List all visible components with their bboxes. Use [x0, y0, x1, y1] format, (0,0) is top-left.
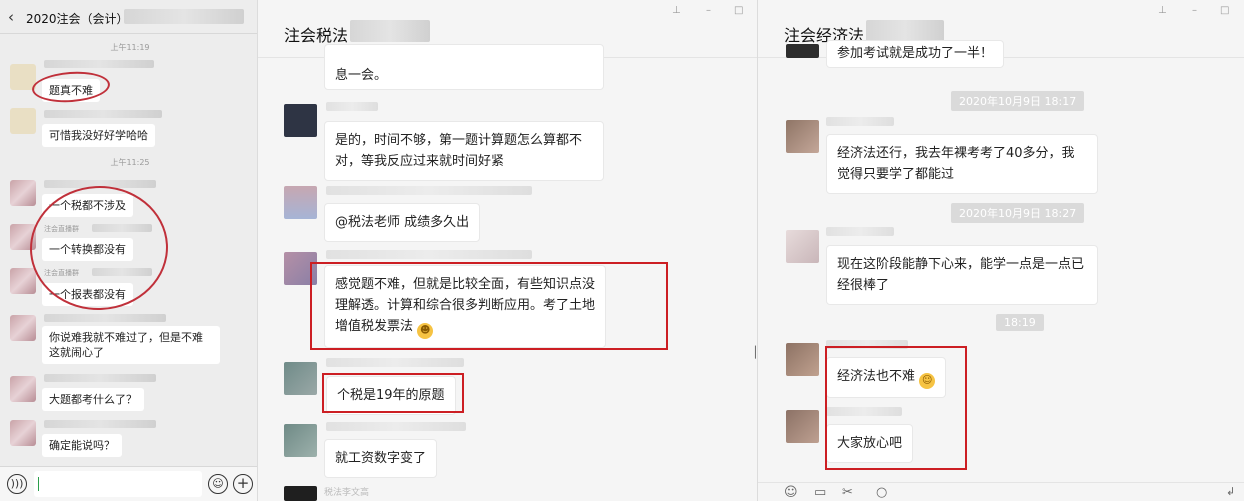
plus-icon[interactable]: +	[233, 474, 253, 494]
blurred-name	[44, 180, 156, 188]
blurred-name	[326, 250, 532, 259]
laughing-emoji-icon: ☻	[417, 323, 434, 339]
message-bubble: 现在这阶段能静下心来，能学一点是一点已经很棒了	[826, 245, 1098, 305]
thinking-emoji-icon: ☺	[919, 373, 936, 389]
avatar[interactable]	[786, 44, 819, 58]
blurred-title	[350, 20, 430, 42]
chat-pane-accounting: ‹ 2020注会（会计）- 上午11:19 题真不难 可惜我没好好学哈哈 上午1…	[0, 0, 258, 501]
avatar[interactable]	[10, 420, 36, 446]
input-bar: ))) ☺ +	[0, 466, 257, 501]
folder-icon[interactable]: ▭	[814, 485, 826, 500]
message-bubble: 感觉题不难，但就是比较全面，有些知识点没理解透。计算和综合很多判断应用。考了土地…	[324, 265, 606, 348]
avatar[interactable]	[786, 120, 819, 153]
chat-title: 注会税法	[284, 26, 349, 45]
message-bubble: 你说难我就不难过了，但是不难这就闹心了	[42, 326, 220, 364]
avatar[interactable]	[10, 268, 36, 294]
expand-icon[interactable]: ↲	[1226, 485, 1235, 498]
minimize-icon[interactable]: –	[1192, 5, 1197, 16]
maximize-icon[interactable]: □	[734, 5, 743, 16]
text-caret	[38, 477, 39, 491]
sender-name: 注会直播群	[44, 269, 79, 277]
message-bubble: 一个转换都没有	[42, 238, 133, 261]
avatar[interactable]	[284, 104, 317, 137]
blurred-name	[326, 422, 466, 431]
avatar[interactable]	[10, 315, 36, 341]
timestamp: 上午11:19	[110, 43, 150, 52]
avatar[interactable]	[786, 410, 819, 443]
avatar[interactable]	[10, 108, 36, 134]
blurred-name	[826, 117, 894, 126]
avatar[interactable]	[284, 186, 317, 219]
timestamp: 上午11:25	[110, 158, 150, 167]
blurred-name	[326, 102, 378, 111]
emoji-icon[interactable]: ☺	[784, 485, 798, 500]
message-bubble: @税法老师 成绩多久出	[324, 203, 481, 242]
input-toolbar: ☺ ▭ ✂ ○ ↲	[758, 482, 1244, 501]
blurred-name	[92, 224, 152, 232]
timestamp: 18:19	[996, 314, 1044, 331]
blurred-name	[44, 420, 156, 428]
avatar[interactable]	[10, 224, 36, 250]
blurred-name	[826, 407, 902, 416]
avatar[interactable]	[10, 376, 36, 402]
avatar[interactable]	[284, 424, 317, 457]
sender-name: 税法李文高	[324, 488, 370, 498]
timestamp: 2020年10月9日 18:17	[951, 91, 1085, 111]
message-text: 感觉题不难，但就是比较全面，有些知识点没理解透。计算和综合很多判断应用。考了土地…	[335, 277, 596, 334]
avatar[interactable]	[284, 252, 317, 285]
blurred-name	[44, 374, 156, 382]
message-bubble: 可惜我没好好学哈哈	[42, 124, 155, 147]
blurred-name	[44, 60, 154, 68]
pin-icon[interactable]: ⊥	[672, 5, 681, 16]
chat-pane-economic-law: 注会经济法 ⊥ – □ 参加考试就是成功了一半！ 2020年10月9日 18:1…	[758, 0, 1244, 501]
chat-header: ‹ 2020注会（会计）-	[0, 0, 257, 34]
message-bubble: 大题都考什么了？	[42, 388, 144, 411]
blurred-name	[326, 358, 464, 367]
chat-pane-tax-law: 注会税法 ⊥ – □ 息一会。 是的，时间不够，第一题计算题怎么算都不对，等我反…	[258, 0, 758, 501]
message-bubble: 确定能说吗？	[42, 434, 122, 457]
message-input[interactable]	[34, 471, 202, 497]
scissors-icon[interactable]: ✂	[842, 485, 853, 500]
message-bubble: 题真不难	[42, 79, 100, 102]
avatar[interactable]	[284, 486, 317, 501]
blurred-name	[826, 227, 894, 236]
message-bubble: 经济法也不难 ☺	[826, 357, 947, 398]
message-bubble: 参加考试就是成功了一半！	[826, 40, 1005, 68]
avatar[interactable]	[10, 64, 36, 90]
chevron-left-icon[interactable]: ‹	[8, 8, 14, 26]
message-bubble: 经济法还行，我去年裸考考了40多分，我觉得只要学了都能过	[826, 134, 1098, 194]
message-bubble: 一个报表都没有	[42, 283, 133, 306]
chat-title: 2020注会（会计）-	[26, 12, 133, 26]
voice-icon[interactable]: )))	[7, 474, 27, 494]
maximize-icon[interactable]: □	[1220, 5, 1229, 16]
avatar[interactable]	[10, 180, 36, 206]
message-text: 经济法也不难	[837, 369, 916, 384]
blurred-name	[826, 340, 908, 349]
blurred-name	[44, 314, 166, 322]
blurred-name	[92, 268, 152, 276]
chat-icon[interactable]: ○	[876, 485, 887, 500]
message-bubble: 一个税都不涉及	[42, 194, 133, 217]
blurred-title	[124, 9, 244, 24]
timestamp: 2020年10月9日 18:27	[951, 203, 1085, 223]
message-bubble: 息一会。	[324, 44, 604, 90]
blurred-name	[326, 186, 532, 195]
blurred-name	[44, 110, 162, 118]
sender-name: 注会直播群	[44, 225, 79, 233]
avatar[interactable]	[284, 362, 317, 395]
avatar[interactable]	[786, 343, 819, 376]
minimize-icon[interactable]: –	[706, 5, 711, 16]
message-bubble: 是的，时间不够，第一题计算题怎么算都不对，等我反应过来就时间好紧	[324, 121, 604, 181]
message-bubble: 个税是19年的原题	[326, 376, 456, 415]
avatar[interactable]	[786, 230, 819, 263]
emoji-icon[interactable]: ☺	[208, 474, 228, 494]
blurred-title	[866, 20, 944, 42]
message-bubble: 就工资数字变了	[324, 439, 438, 478]
pin-icon[interactable]: ⊥	[1158, 5, 1167, 16]
message-bubble: 大家放心吧	[826, 424, 914, 463]
